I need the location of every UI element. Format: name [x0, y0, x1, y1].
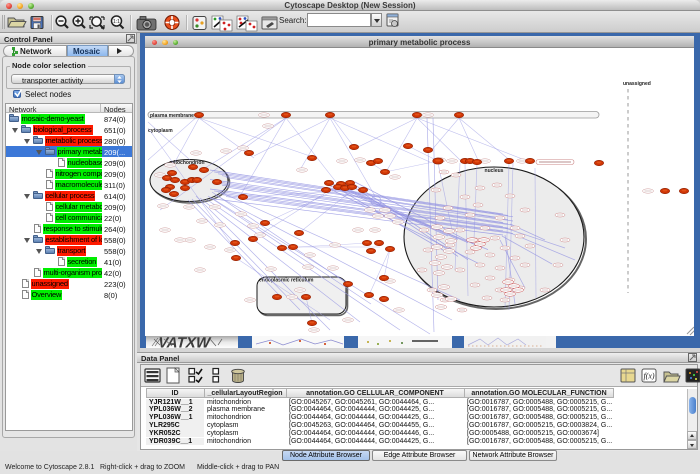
svg-text:unassigned: unassigned [623, 81, 651, 87]
svg-text:f(x): f(x) [643, 372, 654, 381]
svg-text:1:1: 1:1 [113, 19, 120, 25]
svg-text:plasma membrane: plasma membrane [150, 113, 194, 119]
svg-text:nucleus: nucleus [485, 168, 504, 174]
svg-text:VATXW: VATXW [156, 336, 213, 348]
